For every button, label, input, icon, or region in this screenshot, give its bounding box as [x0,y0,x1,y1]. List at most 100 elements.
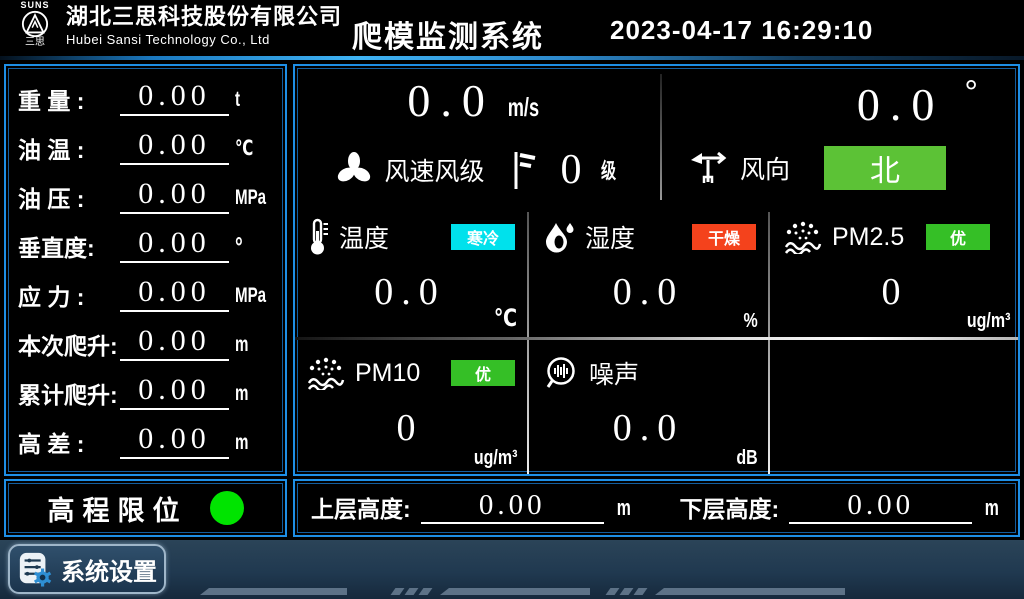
header: SUNS 三思 湖北三思科技股份有限公司 Hubei Sansi Technol… [0,0,1024,56]
sensor-cell-pm10: PM10 优 0 ug/m³ [295,342,525,474]
row-label: 应 力 : [18,282,120,312]
wind-speed-label: 风速风级 [384,152,484,188]
sensor-name: PM2.5 [832,223,904,252]
row-unit: MPa [235,182,262,214]
upper-height-unit: m [617,492,631,524]
sensor-unit: dB [737,447,758,470]
footer-stripe [634,588,648,595]
upper-height-value: 0.00 [421,492,604,524]
environment-panel: 0.0 m/s 风速风级 0 级 0.0 ° [293,64,1020,476]
row-value: 0.00 [120,376,229,410]
status-badge: 干燥 [692,224,756,250]
wind-direction-label-row: 风向 北 [662,138,1018,198]
suns-logo-icon [21,10,49,38]
sidebar-row-current-climb: 本次爬升: 0.00 m [18,327,273,361]
sensor-value: 0.0 [531,406,766,450]
sliders-gear-icon [17,550,53,588]
row-label: 高 差 : [18,429,120,459]
row-unit: m [235,427,262,459]
sidebar-row-oil-temp: 油 温 : 0.00 ℃ [18,131,273,165]
row-value: 0.00 [120,327,229,361]
dust-particles-icon [307,356,345,390]
logo-top-text: SUNS [6,1,64,10]
row-unit: m [235,378,262,410]
lower-height-label: 下层高度: [680,494,780,524]
elevation-limit-label: 高程限位 [48,489,188,528]
wind-vane-icon [690,151,730,185]
settings-button-label: 系统设置 [61,552,157,587]
wind-compass-badge: 北 [824,146,946,190]
page-title: 爬模监测系统 [352,12,544,56]
row-label: 重 量 : [18,86,120,116]
sensor-cell-noise: 噪声 0.0 dB [531,342,766,474]
row-value: 0.00 [120,180,229,214]
wind-speed-value: 0.0 [407,75,495,126]
system-settings-button[interactable]: 系统设置 [8,544,166,594]
row-value: 0.00 [120,229,229,263]
logo-bottom-text: 三思 [6,38,64,48]
row-value: 0.00 [120,82,229,116]
fan-icon [334,150,374,190]
wind-direction-label: 风向 [740,150,790,186]
sidebar-row-weight: 重 量 : 0.00 t [18,82,273,116]
level-heights-box: 上层高度: 0.00 m 下层高度: 0.00 m [293,479,1020,537]
row-unit: m [235,329,262,361]
datetime-display: 2023-04-17 16:29:10 [610,15,873,46]
sensor-value: 0.0 [295,270,525,314]
wind-direction-unit: ° [964,74,978,112]
footer-stripe [440,588,590,595]
elevation-limit-box: 高程限位 [4,479,287,537]
row-value: 0.00 [120,278,229,312]
sensor-value: 0.0 [531,270,766,314]
company-name-block: 湖北三思科技股份有限公司 Hubei Sansi Technology Co.,… [66,4,342,48]
sidebar-row-total-climb: 累计爬升: 0.00 m [18,376,273,410]
sensor-unit: ug/m³ [966,310,1010,333]
noise-meter-icon [543,355,579,391]
lower-height-unit: m [985,492,999,524]
row-label: 油 温 : [18,135,120,165]
row-unit: MPa [235,280,262,312]
wind-direction-value: 0.0 [857,79,945,130]
sensor-cell-temperature: 温度 寒冷 0.0 ℃ [295,206,525,337]
row-value: 0.00 [120,131,229,165]
lower-height-group: 下层高度: 0.00 m [680,492,1003,524]
company-name-cn: 湖北三思科技股份有限公司 [66,4,342,30]
wind-level-flag-icon [511,149,537,191]
sensor-name: PM10 [355,359,420,388]
footer-stripe [655,588,845,595]
row-unit: ° [235,231,262,263]
sidebar-row-verticality: 垂直度: 0.00 ° [18,229,273,263]
footer-stripe [606,588,620,595]
sensor-value: 0 [772,270,1018,314]
row-label: 累计爬升: [18,380,120,410]
sidebar-row-height-diff: 高 差 : 0.00 m [18,425,273,459]
sensor-cell-empty [772,342,1018,474]
sensor-unit: ug/m³ [473,447,517,470]
wind-speed-unit: m/s [508,92,539,123]
divider-horizontal [295,337,1018,340]
footer-stripe [620,588,634,595]
wind-level-unit: 级 [600,155,615,185]
sensor-name: 噪声 [589,355,639,391]
row-unit: ℃ [235,133,262,165]
sensor-cell-humidity: 湿度 干燥 0.0 % [531,206,766,337]
row-label: 油 压 : [18,184,120,214]
wind-level-value: 0 [561,146,582,194]
divider-wind [660,74,662,200]
sensor-cell-pm25: PM2.5 优 0 ug/m³ [772,206,1018,337]
sensor-value: 0 [295,406,525,450]
dust-particles-icon [784,220,822,254]
row-label: 本次爬升: [18,331,120,361]
climbing-formwork-monitor-screen: SUNS 三思 湖北三思科技股份有限公司 Hubei Sansi Technol… [0,0,1024,599]
sensor-name: 湿度 [585,219,635,255]
company-logo: SUNS 三思 [6,1,64,48]
footer-stripe [200,588,347,595]
elevation-limit-indicator [210,491,244,525]
wind-direction-readout: 0.0 ° [662,74,1018,131]
lower-height-value: 0.00 [789,492,972,524]
status-badge: 优 [926,224,990,250]
row-value: 0.00 [120,425,229,459]
status-badge: 寒冷 [451,224,515,250]
header-accent-line [0,56,1024,60]
row-label: 垂直度: [18,233,120,263]
